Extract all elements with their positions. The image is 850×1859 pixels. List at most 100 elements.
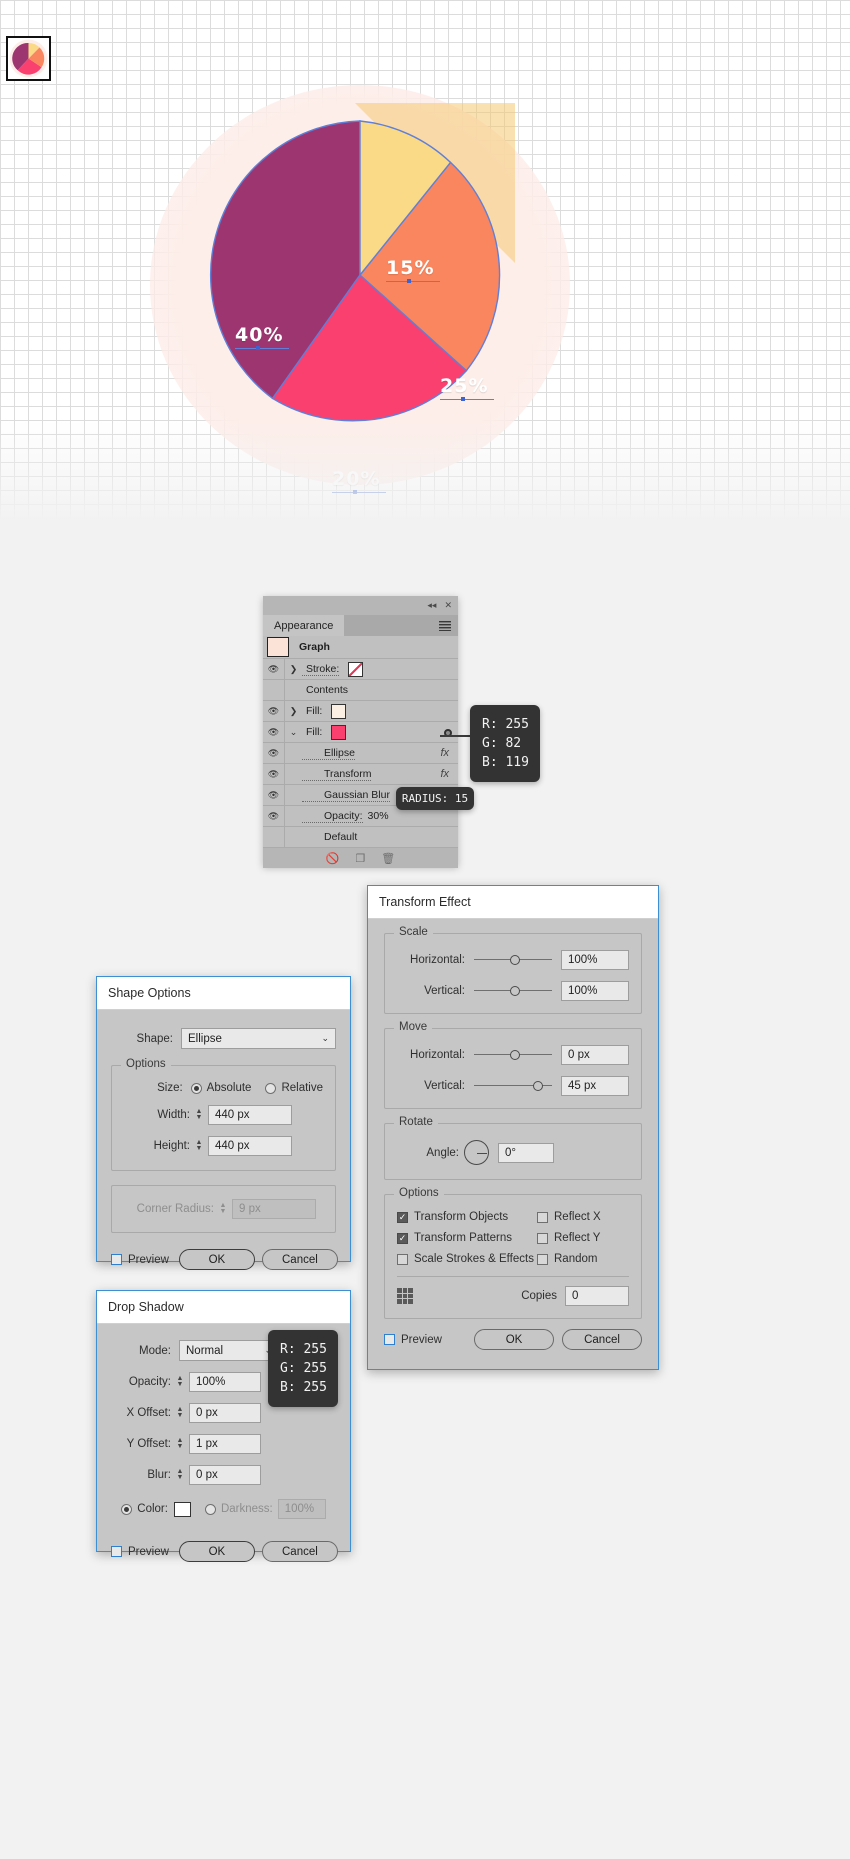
drop-shadow-footer[interactable]: Preview OK Cancel [111,1541,338,1562]
move-vertical-slider[interactable] [474,1078,552,1094]
move-vertical-row[interactable]: Vertical: 45 px [397,1076,629,1096]
scale-horizontal-input[interactable]: 100% [561,950,629,970]
appearance-row-stroke[interactable]: 👁 ❯ Stroke: [263,659,458,680]
blur-row[interactable]: Blur: ▲ ▼ 0 px [111,1465,336,1485]
slider-knob[interactable] [533,1081,544,1091]
shape-ok-button[interactable]: OK [178,1249,255,1270]
appearance-panel[interactable]: ◂◂ ✕ Appearance Graph 👁 ❯ Stroke: Conten… [263,596,458,868]
visibility-eye-icon[interactable]: 👁 [263,806,285,826]
appearance-row-label[interactable]: Fill: [302,726,322,738]
visibility-eye-icon[interactable]: 👁 [263,785,285,805]
appearance-row-ellipse[interactable]: 👁 Ellipse fx [263,743,458,764]
transform-patterns-checkbox[interactable] [397,1232,408,1244]
ds-opacity-stepper[interactable]: ▲ ▼ [175,1373,185,1391]
height-row[interactable]: Height: ▲ ▼ 440 px [124,1136,323,1156]
appearance-row-fill-light[interactable]: 👁 ❯ Fill: [263,701,458,722]
appearance-panel-footer[interactable]: 🚫 ❐ 🗑 [263,848,458,868]
delete-item-icon[interactable]: 🗑 [381,852,395,865]
appearance-row-label[interactable]: Stroke: [302,663,340,676]
size-row[interactable]: Size: Absolute Relative [124,1082,323,1094]
tab-appearance[interactable]: Appearance [263,615,345,636]
copies-row[interactable]: Copies 0 [397,1286,629,1306]
y-offset-row[interactable]: Y Offset: ▲ ▼ 1 px [111,1434,336,1454]
height-input[interactable]: 440 px [208,1136,292,1156]
appearance-tabbar[interactable]: Appearance [263,615,458,636]
ds-preview-checkbox[interactable] [111,1546,122,1557]
appearance-panel-titlebar[interactable]: ◂◂ ✕ [263,596,458,615]
slider-knob[interactable] [509,1050,520,1060]
reflect-y-checkbox[interactable] [537,1232,548,1244]
random-checkbox[interactable] [537,1253,548,1265]
scale-vertical-input[interactable]: 100% [561,981,629,1001]
transform-dialog-footer[interactable]: Preview OK Cancel [384,1329,642,1350]
scale-vertical-row[interactable]: Vertical: 100% [397,981,629,1001]
move-vertical-input[interactable]: 45 px [561,1076,629,1096]
angle-dial[interactable] [464,1140,489,1165]
visibility-eye-icon[interactable]: 👁 [263,743,285,763]
appearance-row-transform[interactable]: 👁 Transform fx [263,764,458,785]
appearance-opacity-value[interactable]: 30% [363,810,389,822]
x-offset-input[interactable]: 0 px [189,1403,261,1423]
width-stepper[interactable]: ▲ ▼ [194,1106,204,1124]
move-horizontal-row[interactable]: Horizontal: 0 px [397,1045,629,1065]
appearance-row-label[interactable]: Transform [302,768,372,781]
scale-strokes-checkbox[interactable] [397,1253,408,1265]
pie-label-anchor-yellow[interactable] [407,279,411,283]
shape-options-footer[interactable]: Preview OK Cancel [111,1249,338,1270]
transform-patterns-row[interactable]: Transform Patterns [397,1232,537,1244]
random-row[interactable]: Random [537,1253,629,1265]
angle-input[interactable]: 0° [498,1142,554,1163]
move-horizontal-input[interactable]: 0 px [561,1045,629,1065]
appearance-row-label[interactable]: Fill: [302,705,322,717]
transform-cancel-button[interactable]: Cancel [562,1329,642,1350]
fill-swatch-pink[interactable] [331,724,347,740]
size-relative-radio[interactable] [265,1082,277,1094]
clear-appearance-icon[interactable]: 🚫 [326,852,340,865]
y-offset-stepper[interactable]: ▲ ▼ [175,1435,185,1453]
y-offset-input[interactable]: 1 px [189,1434,261,1454]
transform-effect-dialog[interactable]: Transform Effect Scale Horizontal: 100% … [367,885,659,1370]
reflect-x-row[interactable]: Reflect X [537,1211,629,1223]
fx-icon[interactable]: fx [440,747,458,759]
appearance-row-label[interactable]: Gaussian Blur [302,789,390,802]
slider-knob[interactable] [509,986,520,996]
panel-menu-icon[interactable] [439,615,458,636]
visibility-eye-icon[interactable]: 👁 [263,701,285,721]
ds-opacity-input[interactable]: 100% [189,1372,261,1392]
scale-vertical-slider[interactable] [474,983,552,999]
shadow-color-swatch[interactable] [173,1501,191,1517]
ds-ok-button[interactable]: OK [178,1541,255,1562]
transform-ok-button[interactable]: OK [474,1329,554,1350]
height-stepper[interactable]: ▲ ▼ [194,1137,204,1155]
slider-knob[interactable] [509,955,520,965]
shape-select[interactable]: Ellipse ⌄ [181,1028,336,1049]
color-radio[interactable] [121,1503,133,1515]
appearance-row-label[interactable]: Opacity: [302,810,363,823]
rotate-angle-row[interactable]: Angle: 0° [397,1140,629,1165]
blur-stepper[interactable]: ▲ ▼ [175,1466,185,1484]
darkness-radio[interactable] [204,1503,216,1515]
reflect-y-row[interactable]: Reflect Y [537,1232,629,1244]
duplicate-item-icon[interactable]: ❐ [355,852,365,865]
scale-horizontal-row[interactable]: Horizontal: 100% [397,950,629,970]
fill-swatch-light[interactable] [331,703,347,719]
shape-cancel-button[interactable]: Cancel [261,1249,338,1270]
illustrator-canvas[interactable]: 15% 25% 20% 40% [0,0,850,565]
appearance-row-default[interactable]: Default [263,827,458,848]
transform-preview-checkbox[interactable] [384,1334,395,1345]
collapse-icon[interactable]: ◂◂ [427,600,436,611]
artwork-thumbnail[interactable] [6,36,51,81]
visibility-eye-icon[interactable]: 👁 [263,659,285,679]
chevron-down-icon[interactable]: ⌄ [285,727,302,738]
shape-row[interactable]: Shape: Ellipse ⌄ [111,1028,336,1049]
copies-input[interactable]: 0 [565,1286,629,1306]
appearance-row-label[interactable]: Default [302,831,357,843]
visibility-eye-icon[interactable]: 👁 [263,722,285,742]
blur-input[interactable]: 0 px [189,1465,261,1485]
appearance-row-graph[interactable]: Graph [263,636,458,659]
shape-preview-checkbox[interactable] [111,1254,122,1265]
size-absolute-radio[interactable] [190,1082,202,1094]
appearance-item-list[interactable]: Graph 👁 ❯ Stroke: Contents 👁 ❯ Fill: 👁 ⌄… [263,636,458,848]
pie-label-anchor-orange[interactable] [461,397,465,401]
fx-icon[interactable]: fx [440,768,458,780]
